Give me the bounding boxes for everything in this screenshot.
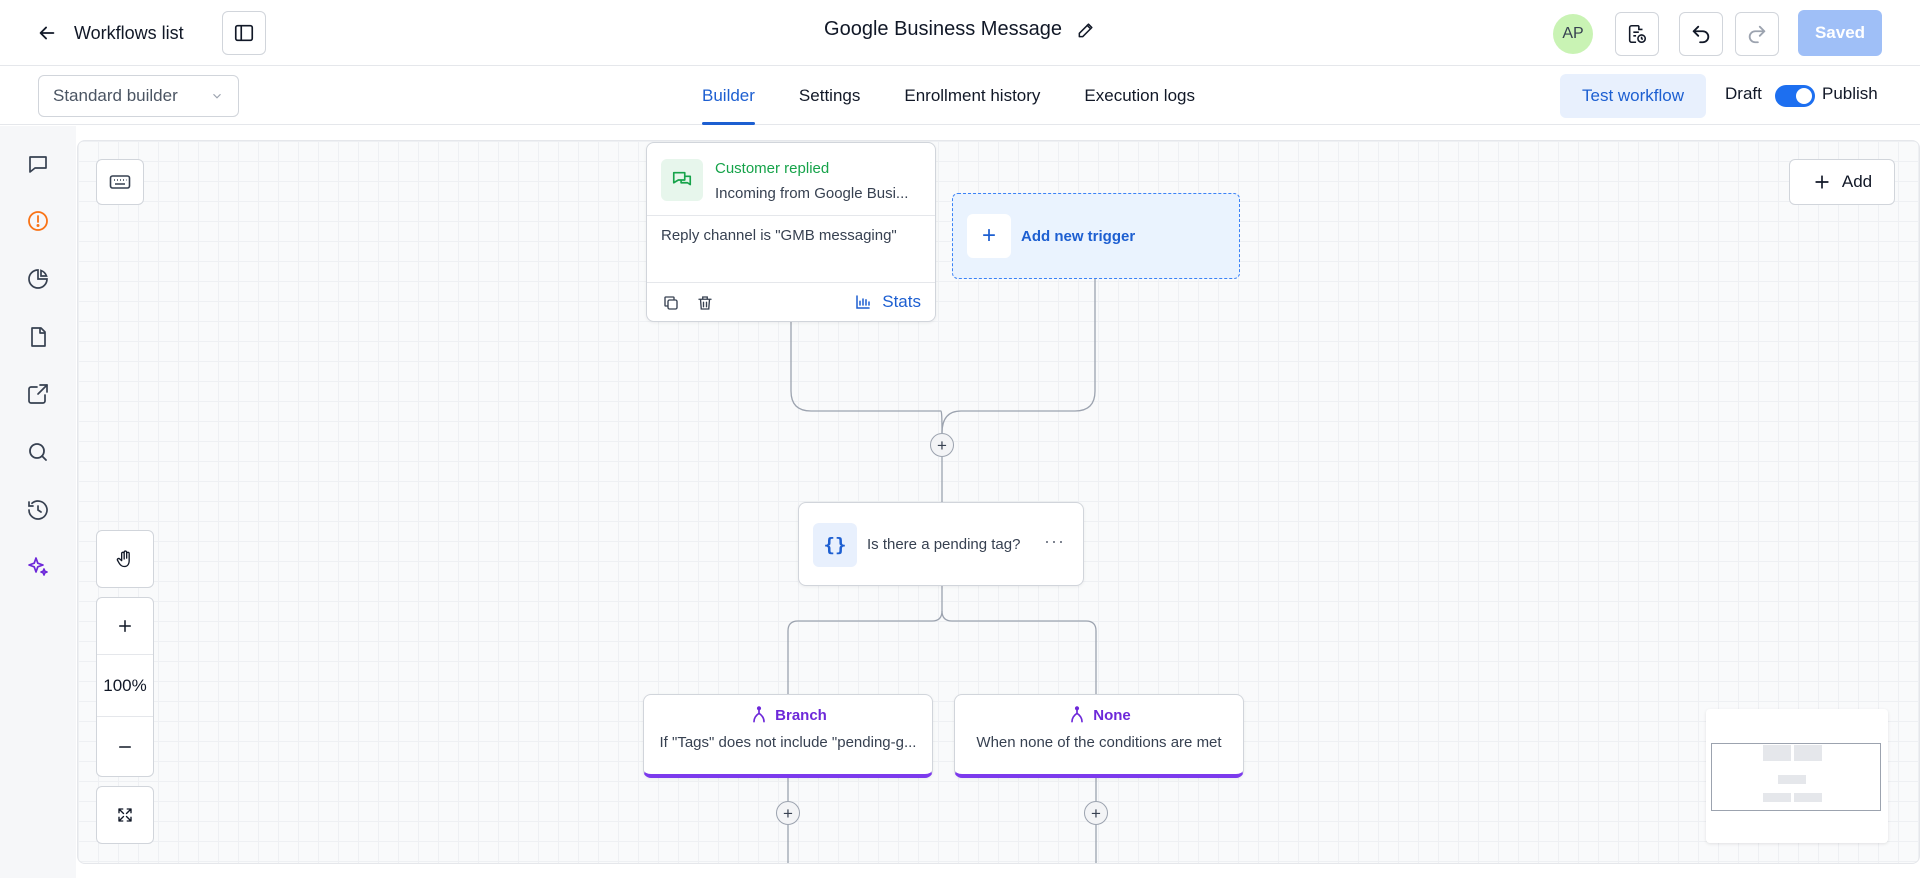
undo-button[interactable] xyxy=(1679,12,1723,56)
stats-label: Stats xyxy=(882,292,921,311)
add-new-trigger-label: Add new trigger xyxy=(1021,228,1136,245)
minimap[interactable] xyxy=(1706,709,1888,843)
branch-title: None xyxy=(1093,706,1131,724)
trigger-condition: Reply channel is "GMB messaging" xyxy=(661,227,897,244)
minimap-node xyxy=(1794,793,1822,802)
history-icon[interactable] xyxy=(25,497,51,523)
pie-chart-icon[interactable] xyxy=(25,266,51,292)
tab-settings[interactable]: Settings xyxy=(799,67,860,125)
trigger-card-customer-replied[interactable]: Customer replied Incoming from Google Bu… xyxy=(646,142,936,322)
builder-type-select[interactable]: Standard builder xyxy=(38,75,239,117)
redo-button[interactable] xyxy=(1735,12,1779,56)
draft-label: Draft xyxy=(1725,84,1762,103)
trigger-subtitle: Incoming from Google Busi... xyxy=(715,185,909,202)
keyboard-icon xyxy=(109,175,131,189)
sidebar-panel-icon xyxy=(234,24,254,42)
branch-subtitle: When none of the conditions are met xyxy=(976,734,1222,751)
branch-card-branch[interactable]: Branch If "Tags" does not include "pendi… xyxy=(643,694,933,778)
tab-builder[interactable]: Builder xyxy=(702,67,755,125)
document-icon[interactable] xyxy=(25,324,51,350)
version-history-button[interactable] xyxy=(1615,12,1659,56)
minimap-node xyxy=(1763,745,1791,761)
copy-icon[interactable] xyxy=(661,293,681,313)
minimap-node xyxy=(1763,793,1791,802)
hand-icon xyxy=(116,550,130,568)
insert-step-button[interactable]: + xyxy=(930,433,954,457)
chevron-down-icon xyxy=(213,93,221,99)
tab-enrollment-history[interactable]: Enrollment history xyxy=(904,67,1040,125)
add-button-label: Add xyxy=(1841,172,1873,191)
add-node-button[interactable]: Add xyxy=(1789,159,1895,205)
builder-select-value: Standard builder xyxy=(53,86,178,105)
trash-icon[interactable] xyxy=(695,293,715,313)
publish-label: Publish xyxy=(1822,84,1878,103)
insert-step-button-none[interactable]: + xyxy=(1084,801,1108,825)
arrow-left-icon xyxy=(39,26,55,40)
back-link-label: Workflows list xyxy=(74,22,184,43)
top-bar: Workflows list Google Business Message A… xyxy=(0,0,1920,66)
insert-step-button-branch[interactable]: + xyxy=(776,801,800,825)
trigger-card-footer: Stats xyxy=(647,282,935,322)
plus-icon: + xyxy=(967,214,1011,258)
plus-icon xyxy=(119,620,131,632)
left-rail xyxy=(0,126,76,878)
sparkles-icon[interactable] xyxy=(25,554,51,580)
stats-button[interactable]: Stats xyxy=(854,292,921,312)
chat-bubbles-icon xyxy=(661,159,703,201)
sub-bar: Standard builder Builder Settings Enroll… xyxy=(0,67,1920,125)
tab-bar: Builder Settings Enrollment history Exec… xyxy=(702,67,1239,125)
zoom-out-button[interactable] xyxy=(97,716,153,776)
document-clock-icon xyxy=(1628,24,1647,44)
pan-tool-button[interactable] xyxy=(96,530,154,588)
minimap-node xyxy=(1778,775,1806,784)
branch-split-icon xyxy=(1071,706,1084,723)
workflow-canvas[interactable]: Add 100% Customer replied Incoming from … xyxy=(77,140,1920,864)
undo-icon xyxy=(1692,25,1710,44)
user-avatar[interactable]: AP xyxy=(1553,14,1593,54)
add-new-trigger-button[interactable]: + Add new trigger xyxy=(952,193,1240,279)
minus-icon xyxy=(119,745,131,748)
condition-node[interactable]: {} Is there a pending tag? ··· xyxy=(798,502,1084,586)
tab-execution-logs[interactable]: Execution logs xyxy=(1084,67,1195,125)
zoom-controls: 100% xyxy=(96,597,154,777)
branch-subtitle: If "Tags" does not include "pending-g... xyxy=(659,734,917,751)
test-workflow-button[interactable]: Test workflow xyxy=(1560,74,1706,118)
braces-icon: {} xyxy=(813,523,857,567)
divider xyxy=(647,215,935,216)
branch-title: Branch xyxy=(775,706,827,724)
zoom-in-button[interactable] xyxy=(97,598,153,654)
search-icon[interactable] xyxy=(25,439,51,465)
fit-view-button[interactable] xyxy=(96,786,154,844)
zoom-level: 100% xyxy=(97,654,153,716)
alert-icon[interactable] xyxy=(25,208,51,234)
minimap-node xyxy=(1794,745,1822,761)
keyboard-shortcuts-button[interactable] xyxy=(96,159,144,205)
publish-toggle[interactable] xyxy=(1775,85,1815,107)
redo-icon xyxy=(1748,25,1766,44)
sidebar-toggle-button[interactable] xyxy=(222,11,266,55)
back-to-workflows-link[interactable]: Workflows list xyxy=(36,19,184,47)
saved-button[interactable]: Saved xyxy=(1798,10,1882,56)
expand-icon xyxy=(118,808,132,822)
workflow-title: Google Business Message xyxy=(824,18,1062,40)
condition-label: Is there a pending tag? xyxy=(867,536,1021,553)
chat-icon[interactable] xyxy=(25,151,51,177)
trigger-title: Customer replied xyxy=(715,160,830,177)
branch-split-icon xyxy=(753,706,765,723)
bar-chart-icon xyxy=(856,295,870,309)
more-options-icon[interactable]: ··· xyxy=(1044,531,1065,552)
branch-card-none[interactable]: None When none of the conditions are met xyxy=(954,694,1244,778)
pencil-edit-icon[interactable] xyxy=(1076,20,1096,40)
external-link-icon[interactable] xyxy=(25,381,51,407)
plus-icon xyxy=(1815,175,1829,189)
